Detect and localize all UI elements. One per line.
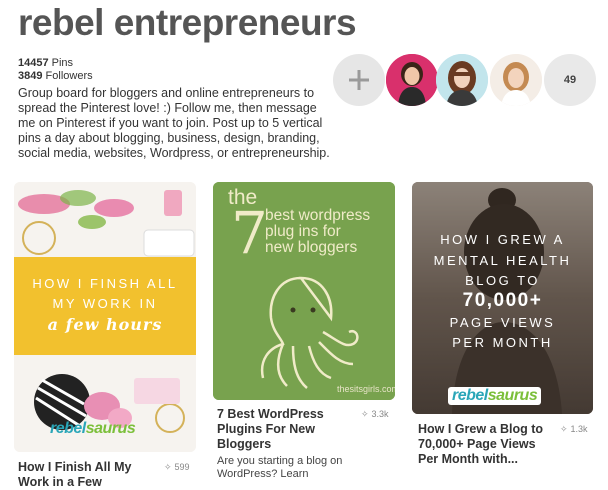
pin-save-count: ✧ 1.3k: [560, 424, 588, 434]
person-avatar-icon: [436, 54, 488, 106]
person-avatar-icon: [386, 54, 438, 106]
pin-title[interactable]: How I Grew a Blog to 70,000+ Page Views …: [418, 422, 543, 467]
pins-label: Pins: [51, 57, 74, 69]
pins-stat[interactable]: 14457 Pins: [18, 57, 93, 70]
pin-image-text: PER MONTH: [452, 335, 553, 350]
pin-image-text: BLOG TO: [465, 273, 540, 288]
pin-image-text: HOW I GREW A: [440, 232, 565, 247]
plus-icon: [349, 70, 369, 90]
followers-stat[interactable]: 3849 Followers: [18, 70, 93, 83]
pin-icon: ✧: [164, 462, 172, 472]
pin-image[interactable]: the 7 best wordpress plug ins for new bl…: [213, 182, 395, 400]
pin-save-count: ✧ 3.3k: [361, 409, 389, 419]
pin-title[interactable]: 7 Best WordPress Plugins For New Blogger…: [217, 407, 347, 452]
rebelsaurus-logo: rebelsaurus: [50, 420, 136, 437]
followers-label: Followers: [45, 70, 93, 82]
board-description: Group board for bloggers and online entr…: [18, 86, 330, 160]
pin-save-count: ✧ 599: [164, 462, 190, 472]
pin-image-text: PAGE VIEWS: [449, 315, 556, 330]
pin-image-text: new bloggers: [265, 239, 358, 256]
pin-image-text: 70,000+: [462, 290, 543, 311]
rebelsaurus-logo: rebelsaurus: [448, 387, 542, 405]
pins-count: 14457: [18, 57, 49, 69]
pin-image-text: MENTAL HEALTH: [433, 253, 572, 268]
person-avatar-icon: [490, 54, 542, 106]
pin-description: Are you starting a blog on WordPress? Le…: [217, 455, 343, 480]
pin-image[interactable]: HOW I GREW A MENTAL HEALTH BLOG TO 70,00…: [412, 182, 593, 414]
pin-icon: ✧: [560, 424, 568, 434]
pin-image-text: HOW I FINSH ALL: [32, 276, 178, 291]
pin-image-text: plug ins for: [265, 223, 341, 240]
collaborator-avatar[interactable]: [436, 54, 488, 106]
pin-title[interactable]: How I Finish All My Work in a Few: [18, 460, 143, 490]
pin-image[interactable]: HOW I FINSH ALL MY WORK IN a few hours r…: [14, 182, 196, 452]
pin-image-text: a few hours: [47, 315, 163, 334]
board-title: rebel entrepreneurs: [18, 2, 357, 43]
collaborator-avatar[interactable]: [490, 54, 542, 106]
followers-count: 3849: [18, 70, 43, 82]
pin-image-text: 7: [231, 199, 268, 267]
collaborator-avatar[interactable]: [386, 54, 438, 106]
pin-image-url: thesitsgirls.com: [337, 384, 395, 394]
pin-image-text: best wordpress: [265, 207, 371, 224]
board-stats: 14457 Pins 3849 Followers: [18, 57, 93, 83]
pin-icon: ✧: [361, 409, 369, 419]
pin-image-text: MY WORK IN: [52, 296, 158, 311]
more-collaborators-button[interactable]: 49: [544, 54, 596, 106]
add-collaborator-button[interactable]: [333, 54, 385, 106]
